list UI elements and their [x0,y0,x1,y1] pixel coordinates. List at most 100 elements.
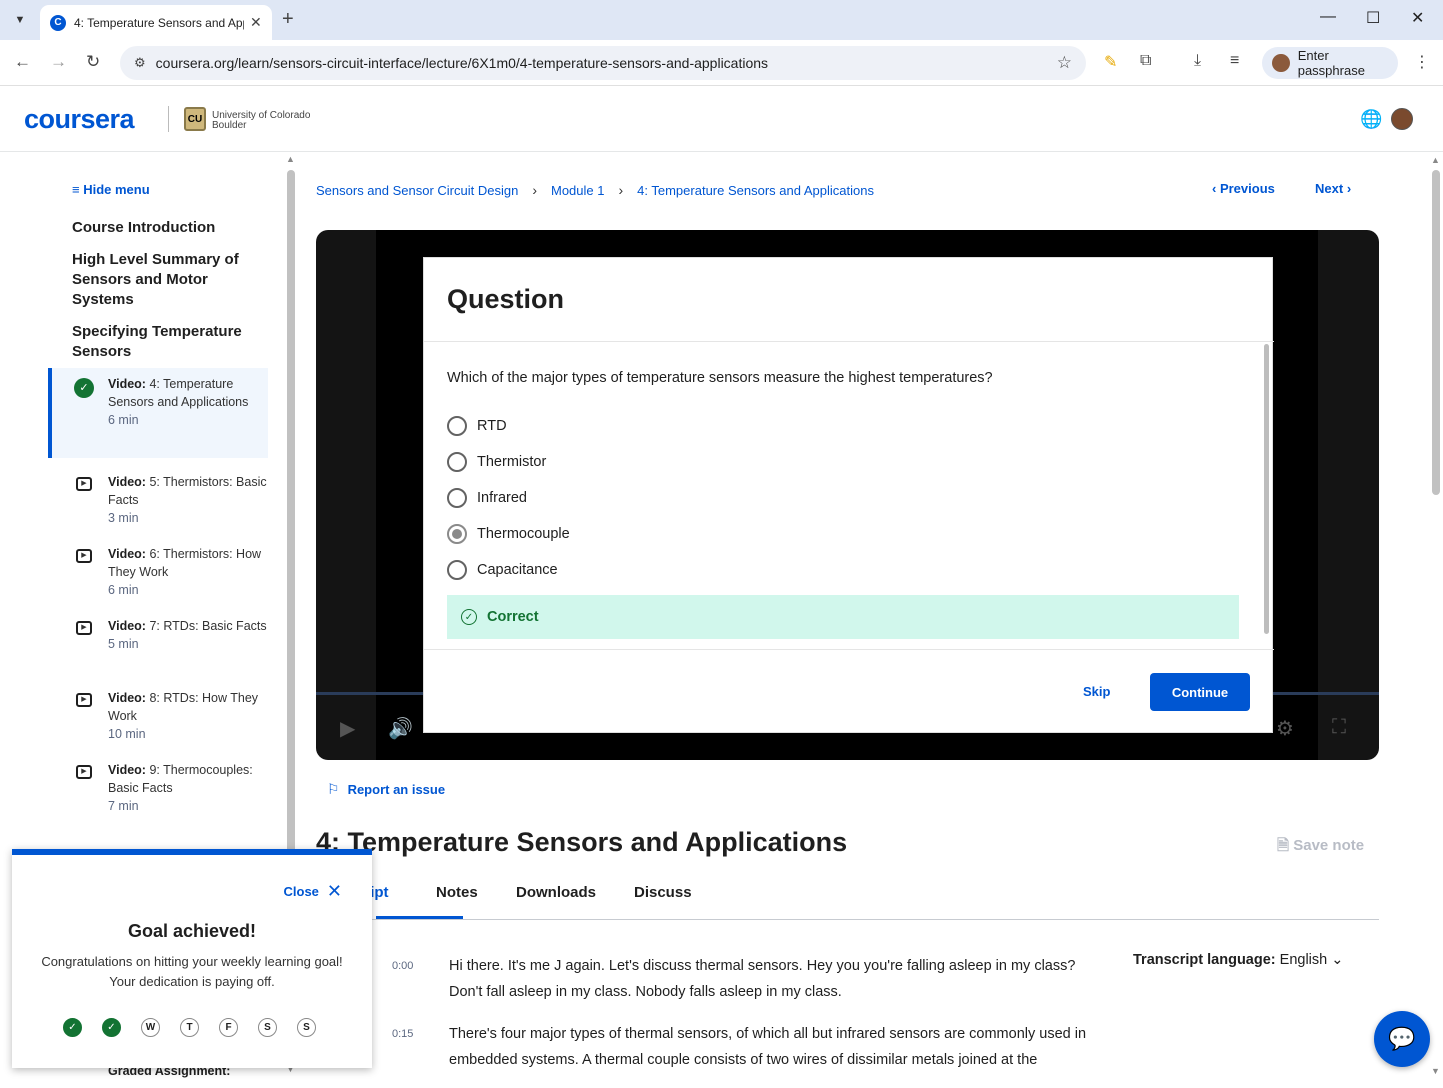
transcript-language-select[interactable]: Transcript language: English ⌄ [1133,952,1343,968]
sidebar-item-video-8[interactable]: ▶ Video: 8: RTDs: How They Work 10 min [48,682,268,751]
item-duration: 10 min [108,727,146,741]
breadcrumb-lecture[interactable]: 4: Temperature Sensors and Applications [637,183,874,198]
option-thermistor[interactable]: Thermistor [447,452,546,472]
next-label: Next [1315,181,1344,196]
window-close-icon[interactable]: ✕ [1411,8,1424,28]
skip-button[interactable]: Skip [1083,684,1110,699]
video-play-icon: ▶ [76,621,92,635]
site-info-icon[interactable]: ⚙ [134,55,146,71]
back-arrow-icon[interactable]: ← [14,52,31,72]
radio-button[interactable] [447,416,467,436]
play-icon[interactable]: ▶ [340,716,355,741]
option-label: Infrared [477,490,527,506]
lecture-tabs: Transcript Notes Downloads Discuss [316,880,1379,920]
tab-notes[interactable]: Notes [436,884,478,901]
tab-title: 4: Temperature Sensors and Applications [74,15,244,30]
transcript-timestamp[interactable]: 0:00 [392,960,413,972]
next-button[interactable]: Next › [1315,181,1351,196]
breadcrumb-course[interactable]: Sensors and Sensor Circuit Design [316,183,518,198]
tab-search-icon[interactable]: ▼ [8,8,32,32]
note-icon: 🗎 [1277,837,1294,854]
sidebar-section-temperature[interactable]: Specifying Temperature Sensors [72,322,257,362]
university-logo-icon: CU [184,107,206,131]
modal-scrollbar[interactable] [1264,344,1269,634]
radio-button[interactable] [447,560,467,580]
settings-gear-icon[interactable]: ⚙ [1276,716,1294,741]
item-title: 7: RTDs: Basic Facts [145,619,267,633]
university-name: University of Colorado Boulder [212,110,311,131]
in-video-question-modal: Question Which of the major types of tem… [423,257,1274,733]
report-issue-link[interactable]: ⚐ Report an issue [327,781,445,798]
radio-button[interactable] [447,452,467,472]
option-thermocouple[interactable]: Thermocouple [447,524,570,544]
item-duration: 6 min [108,583,139,597]
option-infrared[interactable]: Infrared [447,488,527,508]
sidebar-scrollbar[interactable] [287,170,295,870]
extensions-puzzle-icon[interactable]: ⧉ [1140,52,1151,70]
sidebar-item-video-6[interactable]: ▶ Video: 6: Thermistors: How They Work 6… [48,538,268,607]
sidebar-item-video-7[interactable]: ▶ Video: 7: RTDs: Basic Facts 5 min [48,610,268,661]
item-type: Video: [108,475,146,489]
tab-downloads[interactable]: Downloads [516,884,596,901]
forward-arrow-icon[interactable]: → [50,52,67,72]
goal-close-button[interactable]: Close ✕ [284,881,343,902]
fullscreen-icon[interactable]: ⛶ [1332,716,1346,739]
save-note-button[interactable]: 🗎 Save note [1277,835,1364,860]
profile-label: Enter passphrase [1297,48,1365,78]
check-complete-icon: ✓ [74,378,94,398]
highlighter-extension-icon[interactable]: ✎ [1104,52,1117,72]
video-play-icon: ▶ [76,549,92,563]
sidebar-section-summary[interactable]: High Level Summary of Sensors and Motor … [72,250,257,310]
language-globe-icon[interactable]: 🌐 [1360,109,1382,130]
radio-button[interactable] [447,488,467,508]
item-duration: 6 min [108,413,139,427]
profile-chip[interactable]: Enter passphrase [1262,47,1398,79]
main-scrollbar[interactable] [1432,170,1440,495]
video-play-icon: ▶ [76,693,92,707]
item-type: Video: [108,377,146,391]
hide-menu-button[interactable]: ≡ Hide menu [72,182,150,197]
volume-icon[interactable]: 🔊 [388,716,413,741]
item-type: Video: [108,619,146,633]
minimize-icon[interactable]: — [1320,8,1336,26]
question-text: Which of the major types of temperature … [447,370,993,386]
breadcrumb-module[interactable]: Module 1 [551,183,604,198]
transcript-line[interactable]: Hi there. It's me J again. Let's discuss… [449,953,1099,1005]
main-scroll-up-icon[interactable]: ▲ [1431,155,1440,165]
download-icon[interactable]: ⤓ [1194,52,1201,70]
new-tab-icon[interactable]: + [282,8,294,31]
browser-menu-icon[interactable]: ⋮ [1414,52,1430,72]
browser-tabbar: ▼ C 4: Temperature Sensors and Applicati… [0,0,1443,40]
transcript-timestamp[interactable]: 0:15 [392,1028,413,1040]
chevron-right-icon: › [618,182,624,198]
option-label: Thermocouple [477,526,570,542]
user-avatar[interactable] [1391,108,1413,130]
option-capacitance[interactable]: Capacitance [447,560,558,580]
feedback-label: Correct [487,609,539,625]
main-scroll-down-icon[interactable]: ▼ [1431,1066,1440,1076]
bookmark-star-icon[interactable]: ☆ [1057,53,1072,73]
coursera-favicon-icon: C [50,14,66,31]
chevron-left-icon: ‹ [1212,181,1220,196]
browser-tab-active[interactable]: C 4: Temperature Sensors and Application… [40,5,272,40]
chat-assistant-icon[interactable]: 💬 [1374,1011,1430,1067]
tab-discuss[interactable]: Discuss [634,884,692,901]
option-rtd[interactable]: RTD [447,416,507,436]
reload-icon[interactable]: ↻ [86,52,100,72]
previous-button[interactable]: ‹ Previous [1212,181,1275,196]
media-control-icon[interactable]: ≡ [1230,52,1239,70]
sidebar-item-video-4[interactable]: ✓ Video: 4: Temperature Sensors and Appl… [48,368,268,458]
day-complete-check-icon: ✓ [63,1018,82,1037]
sidebar-scroll-up-icon[interactable]: ▲ [286,154,295,164]
coursera-logo[interactable]: coursera [24,104,135,135]
tab-close-icon[interactable]: ✕ [250,14,262,31]
address-bar[interactable]: ⚙ coursera.org/learn/sensors-circuit-int… [120,46,1086,80]
sidebar-item-video-5[interactable]: ▶ Video: 5: Thermistors: Basic Facts 3 m… [48,466,268,535]
hide-menu-label: Hide menu [83,182,150,197]
maximize-icon[interactable]: ☐ [1366,8,1380,28]
continue-button[interactable]: Continue [1150,673,1250,711]
radio-button-selected[interactable] [447,524,467,544]
sidebar-item-video-9[interactable]: ▶ Video: 9: Thermocouples: Basic Facts 7… [48,754,268,823]
transcript-line[interactable]: There's four major types of thermal sens… [449,1021,1099,1073]
sidebar-section-course-introduction[interactable]: Course Introduction [72,218,257,238]
